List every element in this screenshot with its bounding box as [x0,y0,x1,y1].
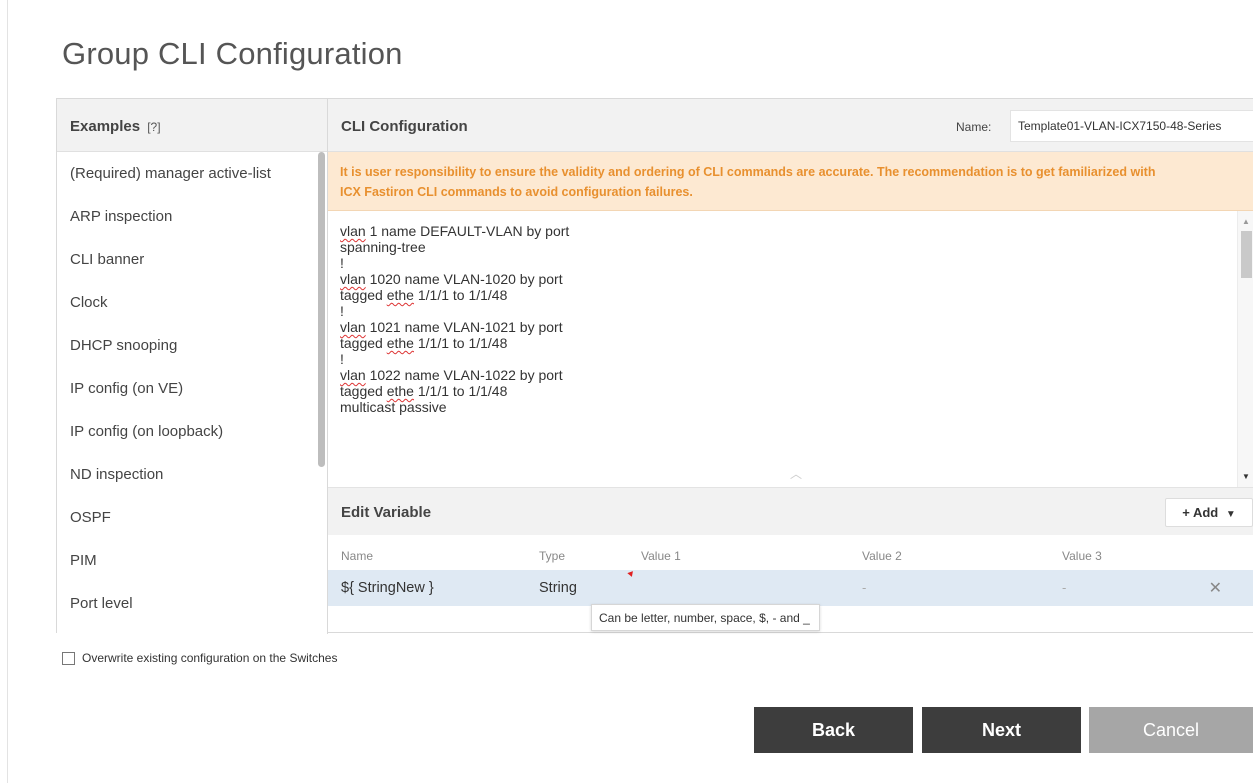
examples-header: Examples [?] [57,99,327,152]
cli-text: ! [340,303,344,319]
chevron-down-icon: ▼ [1225,509,1236,520]
cli-config-section: CLI Configuration Name: It is user respo… [328,99,1253,634]
error-marker-icon [627,571,635,578]
left-divider [7,0,8,783]
cli-text: 1021 name VLAN-1021 by port [365,319,563,335]
examples-scrollbar[interactable] [317,152,327,633]
cli-title: CLI Configuration [341,118,468,135]
template-name-input[interactable] [1010,110,1253,142]
example-item-pim[interactable]: PIM [57,539,315,582]
variable-name: ${ StringNew } [341,580,434,596]
add-button-label: + Add [1182,505,1219,520]
next-button[interactable]: Next [922,707,1081,753]
cli-text: 1022 name VLAN-1022 by port [365,367,563,383]
col-type: Type [539,549,566,563]
cli-config-panel: Examples [?] (Required) manager active-l… [56,98,1253,634]
cli-keyword: tagged [340,287,387,303]
resize-caret-icon: ︿ [790,467,803,481]
cli-line: ! [340,351,569,367]
page-title: Group CLI Configuration [62,36,403,71]
variable-value2: - [862,580,867,595]
add-variable-button[interactable]: + Add ▼ [1165,498,1253,527]
example-item-clock[interactable]: Clock [57,281,315,324]
col-value1: Value 1 [641,549,681,563]
cli-text: 1020 name VLAN-1020 by port [365,271,563,287]
cli-text: 1 name DEFAULT-VLAN by port [365,223,570,239]
cli-text: spanning-tree [340,239,426,255]
cli-line: vlan 1 name DEFAULT-VLAN by port [340,223,569,239]
scroll-down-icon[interactable]: ▼ [1242,472,1250,481]
cli-keyword: vlan [340,367,366,383]
examples-scrollbar-thumb[interactable] [318,152,325,467]
cli-keyword: tagged [340,383,387,399]
cli-text: multicast passive [340,399,447,415]
cli-header: CLI Configuration Name: [328,99,1253,152]
edit-variable-header: Edit Variable + Add ▼ [328,487,1253,535]
warning-text-line1: It is user responsibility to ensure the … [340,165,1156,179]
name-label: Name: [956,120,992,134]
example-item-cli-banner[interactable]: CLI banner [57,238,315,281]
cli-line: vlan 1022 name VLAN-1022 by port [340,367,569,383]
cli-text: 1/1/1 to 1/1/48 [413,287,508,303]
variable-value3: - [1062,580,1067,595]
col-value2: Value 2 [862,549,902,563]
cli-line: spanning-tree [340,239,569,255]
example-item-ip-config-loopback[interactable]: IP config (on loopback) [57,410,315,453]
table-row[interactable]: ${ StringNew } String - - ✕ [328,570,1253,606]
warning-text-line2: ICX Fastiron CLI commands to avoid confi… [340,185,693,199]
cli-keyword: vlan [340,271,366,287]
overwrite-checkbox[interactable] [62,651,75,665]
cli-line: ! [340,255,569,271]
cancel-button[interactable]: Cancel [1089,707,1253,753]
example-item-dhcp-snooping[interactable]: DHCP snooping [57,324,315,367]
cli-misspelled-word: ethe [386,383,414,399]
cli-line: ! [340,303,569,319]
cli-text: 1/1/1 to 1/1/48 [413,383,508,399]
examples-panel: Examples [?] (Required) manager active-l… [57,99,328,634]
cli-editor[interactable]: vlan 1 name DEFAULT-VLAN by port spanning… [328,211,1253,487]
example-item-manager-active-list[interactable]: (Required) manager active-list [57,152,315,195]
overwrite-option: Overwrite existing configuration on the … [62,651,337,665]
cli-text: 1/1/1 to 1/1/48 [413,335,508,351]
cli-keyword: vlan [340,319,366,335]
cli-scrollbar-thumb[interactable] [1241,231,1252,278]
example-item-ospf[interactable]: OSPF [57,496,315,539]
value-tooltip: Can be letter, number, space, $, - and _ [591,604,820,631]
variable-type: String [539,580,577,596]
cli-line: tagged ethe 1/1/1 to 1/1/48 [340,383,569,399]
cli-line: vlan 1021 name VLAN-1021 by port [340,319,569,335]
cli-line: tagged ethe 1/1/1 to 1/1/48 [340,335,569,351]
cli-line: tagged ethe 1/1/1 to 1/1/48 [340,287,569,303]
delete-row-icon[interactable]: ✕ [1209,578,1222,598]
help-link[interactable]: [?] [147,120,160,134]
cli-text: ! [340,255,344,271]
cli-keyword: tagged [340,335,387,351]
examples-title: Examples [70,118,141,135]
example-item-nd-inspection[interactable]: ND inspection [57,453,315,496]
example-list: (Required) manager active-list ARP inspe… [57,152,315,625]
overwrite-label: Overwrite existing configuration on the … [82,651,338,665]
example-item-port-level[interactable]: Port level [57,582,315,625]
variable-table-header: Name Type Value 1 Value 2 Value 3 [328,535,1253,570]
cli-scrollbar[interactable]: ▲ ▼ [1237,211,1253,487]
cli-lines: vlan 1 name DEFAULT-VLAN by port spanning… [340,223,569,415]
scroll-up-icon[interactable]: ▲ [1242,217,1250,226]
warning-banner: It is user responsibility to ensure the … [328,152,1253,211]
col-name: Name [341,549,374,563]
cli-text: ! [340,351,344,367]
col-value3: Value 3 [1062,549,1102,563]
example-item-ip-config-ve[interactable]: IP config (on VE) [57,367,315,410]
example-item-arp-inspection[interactable]: ARP inspection [57,195,315,238]
back-button[interactable]: Back [754,707,913,753]
cli-misspelled-word: ethe [386,287,414,303]
cli-misspelled-word: ethe [386,335,414,351]
cli-line: vlan 1020 name VLAN-1020 by port [340,271,569,287]
cli-keyword: vlan [340,223,366,239]
edit-variable-title: Edit Variable [341,504,432,521]
cli-line: multicast passive [340,399,569,415]
